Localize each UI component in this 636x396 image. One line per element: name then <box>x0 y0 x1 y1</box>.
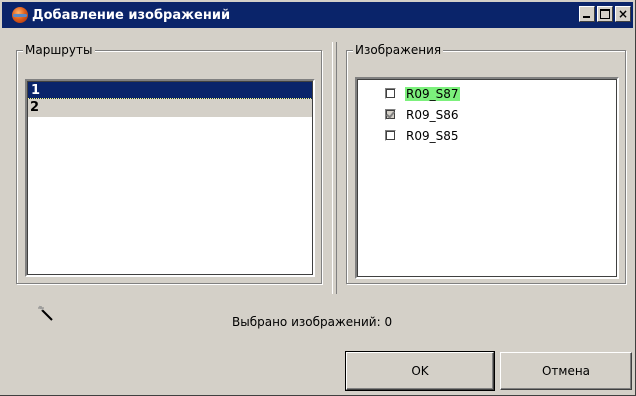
maximize-button[interactable] <box>597 6 613 22</box>
routes-listbox[interactable]: 12 <box>25 79 315 277</box>
image-label: R09_S87 <box>405 86 460 101</box>
route-item[interactable]: 2 <box>27 99 313 117</box>
image-item[interactable]: R09_S87 <box>357 83 617 104</box>
panel-splitter[interactable] <box>332 42 337 294</box>
image-label: R09_S86 <box>406 107 459 122</box>
images-group-label: Изображения <box>353 43 444 57</box>
magic-wand-icon[interactable] <box>38 305 54 321</box>
images-list: R09_S87 R09_S86 R09_S85 <box>357 79 617 146</box>
image-item[interactable]: R09_S86 <box>357 104 617 125</box>
routes-list: 12 <box>27 81 313 117</box>
title-buttons: × <box>579 6 631 22</box>
window-title: Добавление изображений <box>32 7 231 23</box>
image-item[interactable]: R09_S85 <box>357 125 617 146</box>
title-bar[interactable]: Добавление изображений × <box>2 2 633 28</box>
routes-group-label: Маршруты <box>23 43 95 57</box>
image-checkbox[interactable] <box>385 109 396 120</box>
dialog-window: Добавление изображений × Маршруты 12 Изо… <box>0 0 636 396</box>
images-listbox[interactable]: R09_S87 R09_S86 R09_S85 <box>355 77 619 279</box>
cancel-button[interactable]: Отмена <box>500 352 632 390</box>
image-checkbox[interactable] <box>385 88 396 99</box>
ok-button[interactable]: OK <box>345 351 495 391</box>
images-group: Изображения R09_S87 R09_S86 R09_S85 <box>346 43 626 284</box>
minimize-button[interactable] <box>579 6 595 22</box>
route-item[interactable]: 1 <box>27 81 313 99</box>
image-label: R09_S85 <box>406 128 459 143</box>
globe-app-icon <box>12 7 28 23</box>
close-button[interactable]: × <box>615 6 631 22</box>
selected-images-count: Выбрано изображений: 0 <box>232 315 393 329</box>
image-checkbox[interactable] <box>385 130 396 141</box>
routes-group: Маршруты 12 <box>16 43 322 284</box>
